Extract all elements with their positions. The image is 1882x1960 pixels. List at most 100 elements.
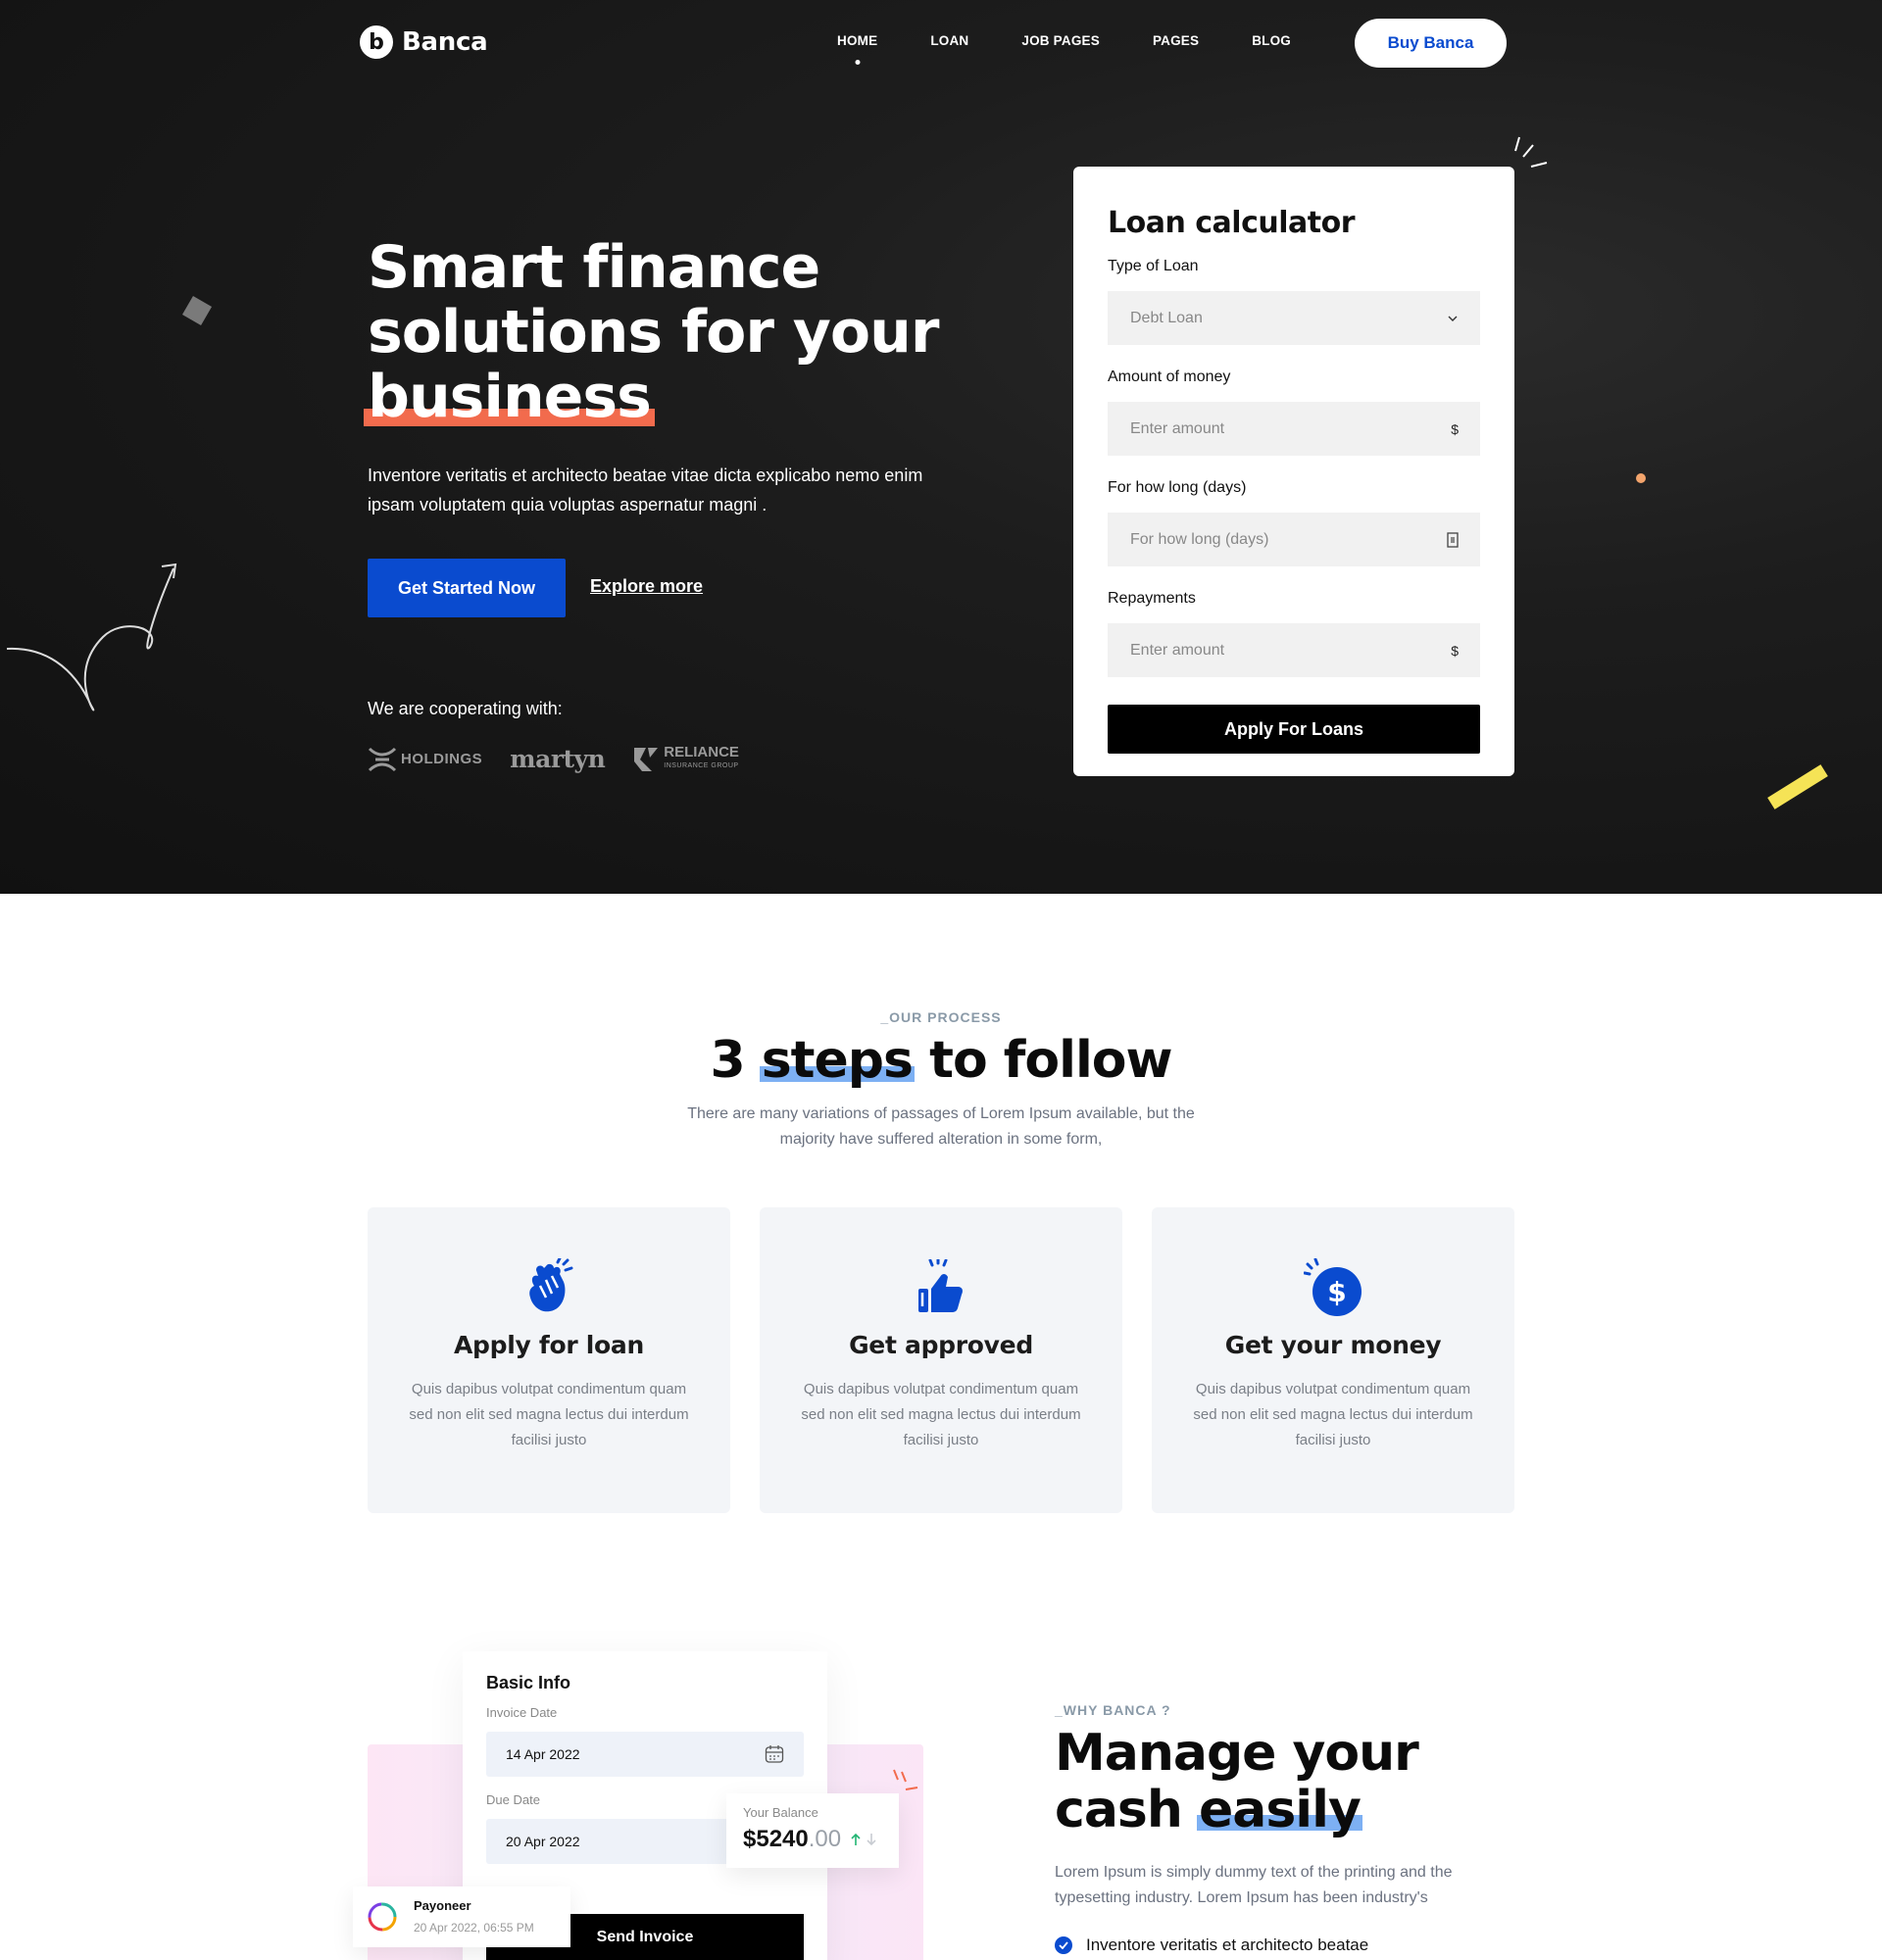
get-started-button[interactable]: Get Started Now <box>368 559 566 617</box>
logo[interactable]: b Banca <box>360 25 488 59</box>
nav-item-home[interactable]: HOME <box>837 33 877 48</box>
hero-title-highlight: business <box>364 363 655 431</box>
payoneer-date: 20 Apr 2022, 06:55 PM <box>414 1920 534 1935</box>
top-navigation: b Banca HOME LOAN JOB PAGES PAGES BLOG B… <box>0 0 1882 86</box>
step-card-money: $ Get your money Quis dapibus volutpat c… <box>1152 1207 1514 1513</box>
step-title: Get your money <box>1224 1331 1442 1359</box>
duration-input[interactable]: For how long (days) <box>1108 513 1480 566</box>
decorative-square <box>181 295 213 326</box>
invoice-date-field[interactable]: 14 Apr 2022 <box>486 1732 804 1777</box>
dollar-coin-icon: $ <box>1304 1258 1362 1316</box>
hero-title: Smart finance solutions for your busines… <box>364 233 956 431</box>
nav-item-loan[interactable]: LOAN <box>930 33 968 48</box>
why-title-highlight: easily <box>1197 1781 1362 1839</box>
partner-logos: HOLDINGS martyn RELIANCE INSURANCE GROUP <box>368 745 739 773</box>
why-title-line-2-pre: cash <box>1055 1781 1199 1839</box>
repayments-input[interactable]: Enter amount $ <box>1108 623 1480 677</box>
hero-title-line-1: Smart finance <box>368 233 820 302</box>
partner-name: HOLDINGS <box>401 751 483 767</box>
cooperating-label: We are cooperating with: <box>368 699 563 718</box>
logo-text: Banca <box>402 27 488 57</box>
process-title: 3 steps to follow <box>0 1031 1882 1090</box>
nav-item-job-pages[interactable]: JOB PAGES <box>1021 33 1100 48</box>
decorative-curly-arrow <box>6 563 177 711</box>
feature-list-item: Inventore veritatis et architecto beatae <box>1055 1936 1368 1955</box>
apply-for-loans-button[interactable]: Apply For Loans <box>1108 705 1480 754</box>
repayments-label: Repayments <box>1108 590 1196 607</box>
decorative-yellow-bar <box>1767 764 1828 809</box>
payoneer-card: Payoneer 20 Apr 2022, 06:55 PM <box>353 1886 570 1947</box>
process-title-highlight: steps <box>759 1031 916 1090</box>
nav-item-pages[interactable]: PAGES <box>1153 33 1199 48</box>
loan-calculator-title: Loan calculator <box>1108 206 1356 240</box>
invoice-date-value: 14 Apr 2022 <box>506 1746 580 1762</box>
amount-label: Amount of money <box>1108 368 1231 385</box>
logo-icon: b <box>360 25 393 59</box>
holdings-icon <box>368 747 397 771</box>
partner-logo-reliance: RELIANCE INSURANCE GROUP <box>632 743 739 773</box>
partner-name: RELIANCE <box>664 743 739 760</box>
decorative-dot <box>1636 473 1646 483</box>
explore-more-link[interactable]: Explore more <box>590 576 703 597</box>
balance-amount-main: $5240 <box>743 1826 809 1852</box>
step-title: Get approved <box>849 1331 1033 1359</box>
process-title-post: to follow <box>912 1031 1172 1090</box>
step-text: Quis dapibus volutpat condimentum quam s… <box>801 1381 1081 1448</box>
nav-item-blog[interactable]: BLOG <box>1252 33 1291 48</box>
step-text: Quis dapibus volutpat condimentum quam s… <box>1193 1381 1473 1448</box>
why-eyebrow: _WHY BANCA ? <box>1055 1702 1171 1718</box>
dollar-icon: $ <box>1451 642 1459 659</box>
balance-amount: $5240.00 <box>743 1826 841 1852</box>
payoneer-name: Payoneer <box>414 1897 471 1913</box>
buy-banca-button[interactable]: Buy Banca <box>1355 19 1507 68</box>
trend-arrows-icon <box>851 1833 876 1846</box>
hero-section: b Banca HOME LOAN JOB PAGES PAGES BLOG B… <box>0 0 1882 894</box>
loan-type-select[interactable]: Debt Loan <box>1108 291 1480 345</box>
payoneer-logo-icon <box>368 1902 397 1932</box>
svg-text:$: $ <box>1327 1276 1346 1308</box>
partner-name: martyn <box>510 745 606 773</box>
clapping-hands-icon <box>529 1258 573 1312</box>
loan-type-value: Debt Loan <box>1130 309 1203 326</box>
repayments-placeholder: Enter amount <box>1130 641 1225 659</box>
thumbs-up-icon <box>918 1259 963 1312</box>
process-eyebrow: _OUR PROCESS <box>880 1009 1002 1025</box>
partner-logo-martyn: martyn <box>510 745 606 773</box>
process-subtitle: There are many variations of passages of… <box>687 1105 1195 1148</box>
balance-label: Your Balance <box>743 1805 818 1820</box>
calendar-icon <box>765 1745 784 1763</box>
duration-label: For how long (days) <box>1108 479 1247 496</box>
invoice-date-label: Invoice Date <box>486 1705 558 1720</box>
duration-placeholder: For how long (days) <box>1130 530 1269 548</box>
invoice-title: Basic Info <box>486 1673 571 1692</box>
steps-list: Apply for loan Quis dapibus volutpat con… <box>368 1207 1514 1513</box>
reliance-icon <box>634 747 659 771</box>
why-description: Lorem Ipsum is simply dummy text of the … <box>1055 1864 1453 1906</box>
main-menu: HOME LOAN JOB PAGES PAGES BLOG <box>837 33 1344 48</box>
step-card-apply: Apply for loan Quis dapibus volutpat con… <box>368 1207 730 1513</box>
balance-amount-decimal: .00 <box>808 1826 842 1852</box>
why-title-line-1: Manage your <box>1055 1724 1419 1783</box>
calendar-icon <box>1447 531 1459 548</box>
hero-description: Inventore veritatis et architecto beatae… <box>368 466 923 514</box>
hero-title-line-2: solutions for your <box>368 298 939 367</box>
step-title: Apply for loan <box>453 1331 644 1359</box>
decorative-sparkle <box>893 1769 918 1790</box>
why-title: Manage your cash easily <box>1055 1724 1419 1839</box>
step-text: Quis dapibus volutpat condimentum quam s… <box>409 1381 689 1448</box>
amount-input[interactable]: Enter amount $ <box>1108 402 1480 456</box>
loan-type-label: Type of Loan <box>1108 258 1199 274</box>
due-date-value: 20 Apr 2022 <box>506 1834 580 1849</box>
step-card-approved: Get approved Quis dapibus volutpat condi… <box>760 1207 1122 1513</box>
partner-logo-holdings: HOLDINGS <box>368 747 482 772</box>
balance-card: Your Balance $5240.00 <box>726 1793 899 1868</box>
process-title-pre: 3 <box>710 1031 762 1090</box>
dollar-icon: $ <box>1451 420 1459 437</box>
chevron-down-icon <box>1448 316 1458 321</box>
feature-text: Inventore veritatis et architecto beatae <box>1086 1936 1369 1954</box>
partner-subtitle: INSURANCE GROUP <box>664 761 739 769</box>
amount-placeholder: Enter amount <box>1130 419 1225 437</box>
check-circle-icon <box>1055 1936 1072 1954</box>
loan-calculator-card: Loan calculator Type of Loan Debt Loan A… <box>1073 167 1514 776</box>
decorative-sparkle <box>1514 136 1548 168</box>
